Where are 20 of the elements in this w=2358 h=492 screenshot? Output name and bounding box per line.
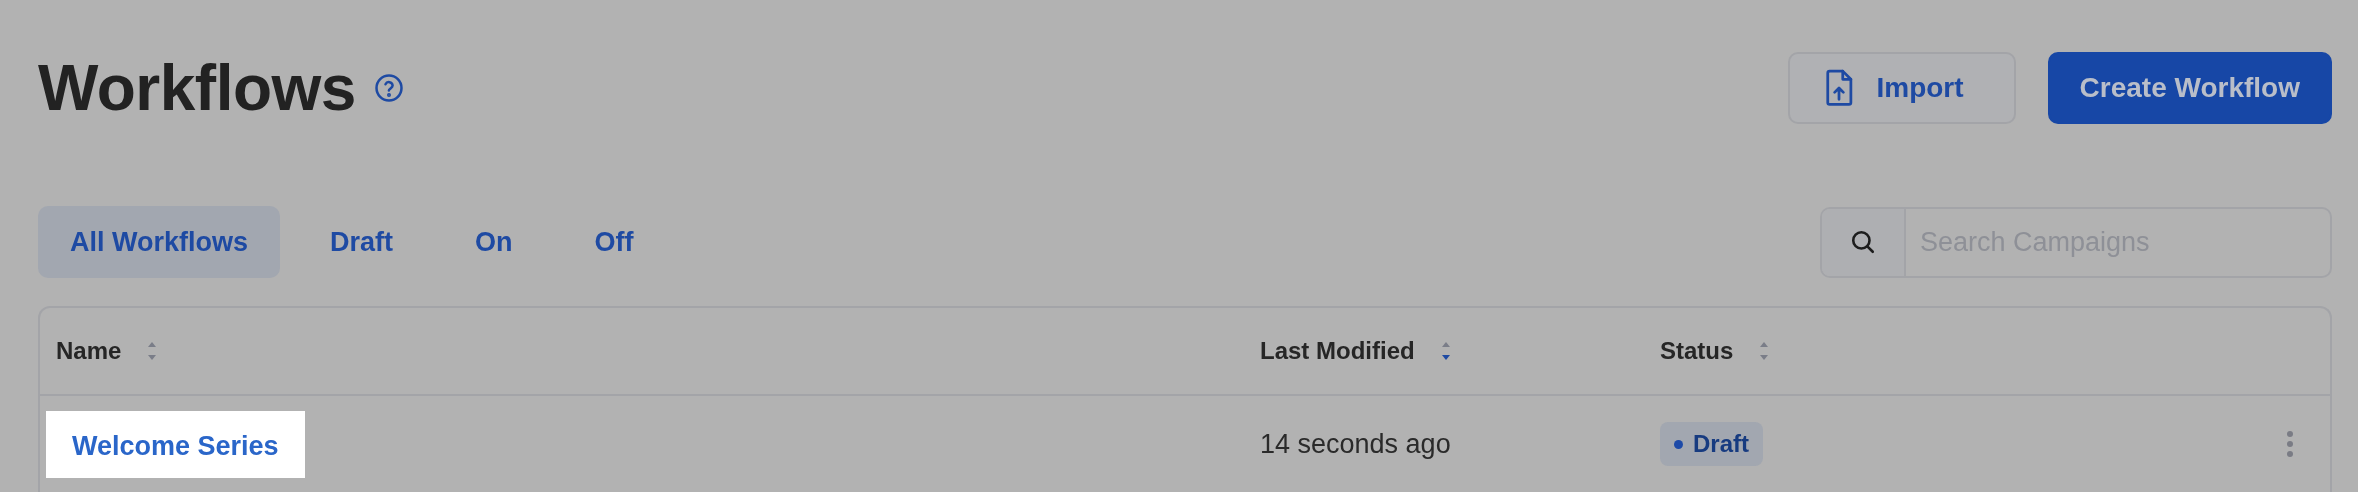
column-header: Name bbox=[56, 337, 122, 365]
column-header: Status bbox=[1660, 337, 1734, 365]
sort-icon[interactable] bbox=[1440, 340, 1451, 362]
status-label: Draft bbox=[1693, 430, 1749, 458]
sort-icon[interactable] bbox=[147, 340, 158, 362]
filter-tab[interactable]: On bbox=[443, 206, 545, 278]
filter-tab[interactable]: Off bbox=[562, 206, 666, 278]
file-upload-icon bbox=[1824, 69, 1855, 107]
column-header: Last Modified bbox=[1260, 337, 1415, 365]
table-cell-text: 14 seconds ago bbox=[1260, 428, 1452, 460]
workflow-link[interactable]: Welcome Series bbox=[46, 410, 305, 478]
filter-tab[interactable]: All Workflows bbox=[38, 206, 281, 278]
filter-tab[interactable]: Draft bbox=[298, 206, 426, 278]
import-button[interactable]: Import bbox=[1788, 52, 2016, 124]
search-icon bbox=[1850, 229, 1876, 255]
page-title: Workflows bbox=[38, 51, 356, 125]
create-button[interactable]: Create Workflow bbox=[2047, 52, 2332, 124]
help-icon[interactable] bbox=[373, 73, 404, 103]
sort-icon[interactable] bbox=[1759, 340, 1770, 362]
kebab-icon bbox=[2286, 430, 2294, 458]
